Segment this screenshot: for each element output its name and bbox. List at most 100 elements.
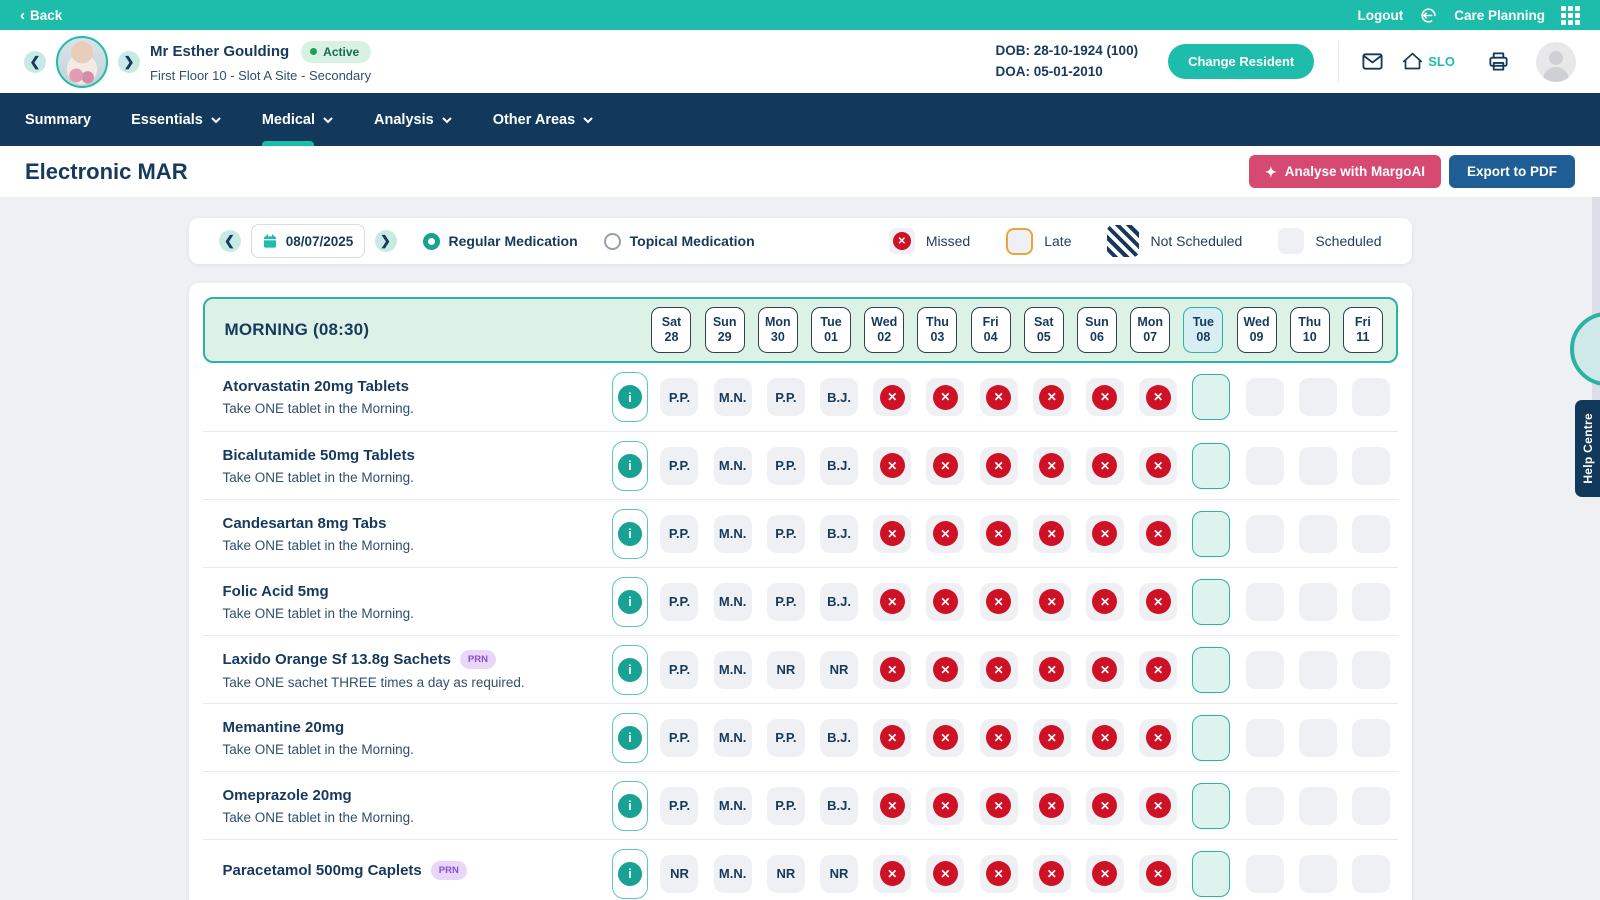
- mar-cell-scheduled[interactable]: [1245, 582, 1284, 621]
- mar-cell-initials[interactable]: P.P.: [660, 378, 699, 416]
- mar-cell-scheduled[interactable]: [1245, 786, 1284, 825]
- mar-cell-scheduled[interactable]: [1245, 718, 1284, 757]
- mar-cell-initials[interactable]: P.P.: [660, 786, 699, 825]
- day-chip-sun-06[interactable]: Sun 06: [1076, 307, 1117, 353]
- mar-cell-missed[interactable]: ✕: [979, 378, 1018, 416]
- day-chip-sat-05[interactable]: Sat 05: [1023, 307, 1064, 353]
- medication-info-button[interactable]: i: [611, 712, 648, 763]
- mar-cell-scheduled[interactable]: [1351, 514, 1390, 553]
- mar-cell-initials[interactable]: M.N.: [713, 446, 752, 485]
- mar-cell-scheduled[interactable]: [1298, 446, 1337, 485]
- medication-info-button[interactable]: i: [611, 440, 648, 491]
- medication-info-button[interactable]: i: [611, 848, 648, 899]
- mar-cell-missed[interactable]: ✕: [979, 446, 1018, 485]
- mar-cell-initials[interactable]: B.J.: [820, 718, 859, 757]
- day-chip-tue-08[interactable]: Tue 08: [1183, 307, 1224, 353]
- mar-cell-missed[interactable]: ✕: [873, 446, 912, 485]
- mar-cell-initials[interactable]: NR: [820, 854, 859, 893]
- mar-cell-initials[interactable]: P.P.: [766, 514, 805, 553]
- mar-cell-missed[interactable]: ✕: [873, 718, 912, 757]
- mar-cell-missed[interactable]: ✕: [1139, 786, 1178, 825]
- mar-cell-missed[interactable]: ✕: [926, 718, 965, 757]
- medication-info-button[interactable]: i: [611, 576, 648, 627]
- app-name-link[interactable]: Care Planning: [1454, 8, 1545, 23]
- export-to-pdf-button[interactable]: Export to PDF: [1449, 155, 1575, 188]
- mar-cell-initials[interactable]: M.N.: [713, 718, 752, 757]
- apps-grid-icon[interactable]: [1561, 5, 1580, 25]
- regular-medication-radio[interactable]: Regular Medication: [422, 232, 578, 250]
- slo-home-link[interactable]: SLO: [1402, 51, 1455, 72]
- day-chip-wed-09[interactable]: Wed 09: [1236, 307, 1277, 353]
- mar-cell-initials[interactable]: B.J.: [820, 446, 859, 485]
- mar-cell-scheduled[interactable]: [1245, 446, 1284, 485]
- mar-cell-scheduled[interactable]: [1298, 582, 1337, 621]
- mar-cell-initials[interactable]: M.N.: [713, 650, 752, 689]
- mar-cell-missed[interactable]: ✕: [873, 582, 912, 621]
- mar-cell-missed[interactable]: ✕: [1085, 446, 1124, 485]
- mar-cell-missed[interactable]: ✕: [926, 854, 965, 893]
- mar-cell-initials[interactable]: NR: [766, 650, 805, 689]
- mar-cell-missed[interactable]: ✕: [1085, 582, 1124, 621]
- mar-cell-today[interactable]: [1192, 510, 1231, 557]
- mar-cell-missed[interactable]: ✕: [979, 854, 1018, 893]
- next-resident-button[interactable]: ❯: [118, 50, 140, 73]
- mar-cell-scheduled[interactable]: [1298, 650, 1337, 689]
- mar-cell-missed[interactable]: ✕: [1139, 446, 1178, 485]
- day-chip-mon-07[interactable]: Mon 07: [1130, 307, 1171, 353]
- mar-cell-missed[interactable]: ✕: [979, 650, 1018, 689]
- mar-cell-missed[interactable]: ✕: [926, 446, 965, 485]
- mar-cell-initials[interactable]: B.J.: [820, 786, 859, 825]
- print-icon[interactable]: [1487, 50, 1510, 73]
- mar-cell-today[interactable]: [1192, 442, 1231, 489]
- mar-cell-today[interactable]: [1192, 850, 1231, 897]
- mar-cell-missed[interactable]: ✕: [1139, 582, 1178, 621]
- mar-cell-today[interactable]: [1192, 646, 1231, 693]
- change-resident-button[interactable]: Change Resident: [1168, 44, 1315, 79]
- previous-date-button[interactable]: ❮: [218, 230, 241, 252]
- mar-cell-scheduled[interactable]: [1351, 786, 1390, 825]
- mar-cell-scheduled[interactable]: [1351, 378, 1390, 416]
- medication-info-button[interactable]: i: [611, 508, 648, 559]
- mar-cell-missed[interactable]: ✕: [873, 378, 912, 416]
- mar-cell-initials[interactable]: M.N.: [713, 378, 752, 416]
- day-chip-thu-10[interactable]: Thu 10: [1289, 307, 1330, 353]
- mar-cell-initials[interactable]: P.P.: [766, 446, 805, 485]
- mar-cell-missed[interactable]: ✕: [1139, 514, 1178, 553]
- mar-cell-missed[interactable]: ✕: [1032, 650, 1071, 689]
- mar-cell-missed[interactable]: ✕: [926, 582, 965, 621]
- mar-cell-missed[interactable]: ✕: [926, 786, 965, 825]
- mar-cell-missed[interactable]: ✕: [1085, 854, 1124, 893]
- day-chip-wed-02[interactable]: Wed 02: [864, 307, 905, 353]
- mar-cell-missed[interactable]: ✕: [1139, 378, 1178, 416]
- mar-cell-missed[interactable]: ✕: [1139, 650, 1178, 689]
- mar-cell-missed[interactable]: ✕: [1032, 718, 1071, 757]
- mar-cell-scheduled[interactable]: [1298, 854, 1337, 893]
- mar-cell-initials[interactable]: M.N.: [713, 582, 752, 621]
- mar-cell-initials[interactable]: P.P.: [660, 650, 699, 689]
- logout-button[interactable]: Logout: [1357, 8, 1403, 23]
- mar-cell-missed[interactable]: ✕: [1032, 854, 1071, 893]
- mar-cell-initials[interactable]: P.P.: [660, 582, 699, 621]
- mar-cell-missed[interactable]: ✕: [1032, 514, 1071, 553]
- back-button[interactable]: ‹ Back: [20, 8, 62, 23]
- medication-info-button[interactable]: i: [611, 644, 648, 695]
- mar-cell-missed[interactable]: ✕: [1139, 854, 1178, 893]
- day-chip-sat-28[interactable]: Sat 28: [651, 307, 692, 353]
- mar-cell-initials[interactable]: P.P.: [660, 446, 699, 485]
- mar-cell-initials[interactable]: P.P.: [766, 786, 805, 825]
- mar-cell-scheduled[interactable]: [1245, 514, 1284, 553]
- logout-icon[interactable]: [1419, 6, 1438, 25]
- mar-cell-missed[interactable]: ✕: [873, 854, 912, 893]
- mar-cell-scheduled[interactable]: [1245, 650, 1284, 689]
- day-chip-fri-04[interactable]: Fri 04: [970, 307, 1011, 353]
- day-chip-mon-30[interactable]: Mon 30: [757, 307, 798, 353]
- mar-cell-initials[interactable]: P.P.: [766, 582, 805, 621]
- topical-medication-radio[interactable]: Topical Medication: [603, 232, 755, 250]
- nav-item-medical[interactable]: Medical: [261, 93, 334, 146]
- mar-cell-missed[interactable]: ✕: [873, 650, 912, 689]
- mar-cell-missed[interactable]: ✕: [979, 582, 1018, 621]
- mail-icon[interactable]: [1361, 50, 1384, 73]
- mar-cell-initials[interactable]: NR: [766, 854, 805, 893]
- mar-cell-today[interactable]: [1192, 714, 1231, 761]
- mar-cell-missed[interactable]: ✕: [873, 514, 912, 553]
